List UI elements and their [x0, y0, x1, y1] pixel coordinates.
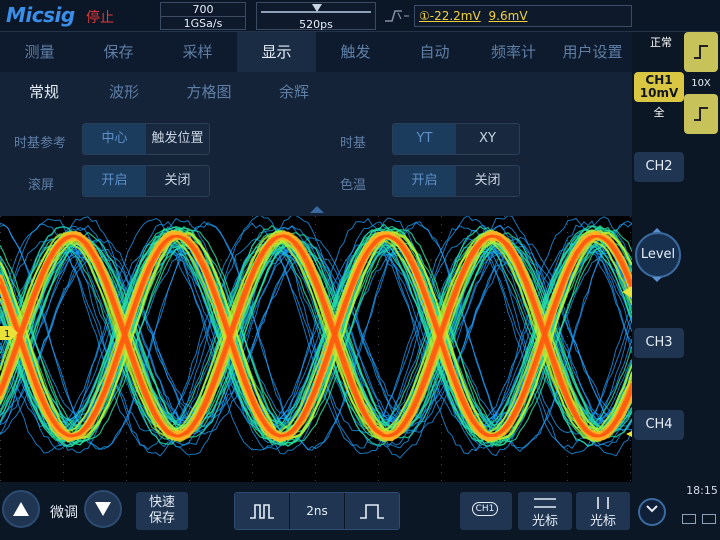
timebase-xy-option[interactable]: XY [456, 124, 519, 154]
trigger-slope-button[interactable] [684, 94, 718, 134]
timebase-label: 时基 [340, 136, 367, 151]
clock: 18:15 [686, 484, 718, 497]
status-bar: Micsig 停止 700 1GSa/s 520ps ①-22.2mV 9.6m… [0, 0, 720, 32]
timebase-ref-trigger-option[interactable]: 触发位置 [146, 124, 209, 154]
tab-display[interactable]: 显示 [237, 32, 316, 72]
timebase-yt-option[interactable]: YT [393, 124, 456, 154]
horizontal-cursor-label: 光标 [531, 514, 558, 529]
expand-panel-button[interactable] [638, 498, 666, 526]
tab-acquire[interactable]: 采样 [158, 32, 237, 72]
horizontal-position[interactable]: 520ps [256, 2, 376, 31]
subtab-persistence[interactable]: 余辉 [254, 72, 334, 112]
timebase-value: 2ns [290, 493, 345, 529]
scroll-toggle: 开启 关闭 [82, 165, 210, 197]
acquisition-info[interactable]: 700 1GSa/s [160, 2, 246, 30]
cursor-channel-label: CH1 [472, 502, 498, 516]
timebase-ref-center-option[interactable]: 中心 [83, 124, 146, 154]
horizontal-cursor-button[interactable]: 光标 [518, 492, 572, 530]
timebase-decrease-button[interactable] [235, 493, 290, 529]
tab-measure[interactable]: 测量 [0, 32, 79, 72]
ch1-scale: 10mV [639, 86, 679, 100]
trigger-edge-icon [385, 10, 409, 22]
collapse-menu-handle[interactable] [310, 206, 324, 213]
brand-logo: Micsig [6, 3, 75, 27]
timebase-ref-label: 时基参考 [14, 136, 67, 151]
level-knob[interactable]: Level [635, 232, 681, 278]
rising-edge-icon [694, 45, 708, 59]
ch1-marker-label: 1 [4, 329, 10, 340]
vertical-cursor-icon [597, 497, 609, 509]
ch3-button[interactable]: CH3 [634, 328, 684, 358]
wide-pulse-icon [360, 504, 384, 519]
display-sub-tabs: 常规 波形 方格图 余辉 [0, 72, 632, 112]
trigger-position-marker[interactable] [312, 4, 322, 12]
subtab-general[interactable]: 常规 [4, 72, 84, 112]
fine-up-button[interactable] [2, 490, 40, 528]
trigger-level-value-2: 9.6mV [488, 9, 528, 23]
quick-save-label-1: 快速 [148, 495, 175, 510]
scroll-label: 滚屏 [28, 178, 55, 193]
screen-icon [682, 514, 696, 524]
ch1-bandwidth-label: 全 [653, 106, 665, 119]
run-stop-status[interactable]: 停止 [86, 7, 114, 27]
level-down-arrow-icon [652, 277, 662, 282]
chevron-down-icon [646, 505, 658, 513]
main-menu-tabs: 测量 保存 采样 显示 触发 自动 频率计 用户设置 [0, 32, 632, 72]
trigger-level-marker-2[interactable] [620, 428, 632, 440]
time-offset-value: 520ps [299, 18, 333, 31]
quick-save-label-2: 保存 [148, 511, 175, 526]
color-temp-on-option[interactable]: 开启 [393, 166, 456, 196]
memory-depth: 700 [192, 3, 214, 16]
scroll-off-option[interactable]: 关闭 [146, 166, 209, 196]
trigger-level-display[interactable]: ①-22.2mV 9.6mV [414, 5, 632, 27]
timebase-increase-button[interactable] [345, 493, 399, 529]
cursor-channel-button[interactable]: CH1 [460, 492, 512, 530]
quick-save-button[interactable]: 快速 保存 [136, 492, 188, 530]
narrow-pulse-icon [250, 504, 274, 519]
triangle-down-icon [95, 502, 111, 516]
vertical-cursor-button[interactable]: 光标 [576, 492, 630, 530]
trigger-level-marker[interactable] [618, 286, 632, 298]
waveform-display[interactable] [0, 216, 632, 482]
horizontal-cursor-icon [534, 498, 556, 508]
timebase-ref-toggle: 中心 触发位置 [82, 123, 210, 155]
ch1-offset-marker[interactable]: 1 [0, 326, 18, 340]
persistence-waveform [0, 216, 632, 481]
subtab-waveform[interactable]: 波形 [84, 72, 164, 112]
bottom-toolbar: 微调 快速 保存 2ns CH1 光标 光标 [0, 482, 632, 540]
ch4-button[interactable]: CH4 [634, 410, 684, 440]
fine-down-button[interactable] [84, 490, 122, 528]
ch2-button[interactable]: CH2 [634, 152, 684, 182]
tab-frequency-counter[interactable]: 频率计 [474, 32, 553, 72]
tab-user-settings[interactable]: 用户设置 [553, 32, 632, 72]
trigger-mode-button[interactable] [684, 32, 718, 72]
fine-adjust-label: 微调 [50, 505, 78, 521]
display-settings-panel: 时基参考 中心 触发位置 时基 YT XY 滚屏 开启 关闭 色温 开启 关闭 [0, 112, 632, 216]
subtab-grid[interactable]: 方格图 [164, 72, 254, 112]
color-temp-off-option[interactable]: 关闭 [456, 166, 519, 196]
color-temp-toggle: 开启 关闭 [392, 165, 520, 197]
sample-rate: 1GSa/s [161, 16, 245, 30]
channel-panel: 正常 CH1 10mV 10X 全 CH2 Level CH3 CH4 18:1… [632, 32, 720, 540]
probe-ratio[interactable]: 10X [684, 76, 718, 92]
trigger-mode-label[interactable]: 正常 [638, 34, 684, 50]
vertical-cursor-label: 光标 [589, 514, 616, 529]
timebase-control: 2ns [234, 492, 400, 530]
trigger-level-value: ①-22.2mV [419, 9, 481, 23]
tab-save[interactable]: 保存 [79, 32, 158, 72]
tab-auto[interactable]: 自动 [395, 32, 474, 72]
color-temp-label: 色温 [340, 178, 367, 193]
falling-edge-icon [694, 107, 708, 121]
ch1-button[interactable]: CH1 10mV [634, 72, 684, 102]
tab-trigger[interactable]: 触发 [316, 32, 395, 72]
triangle-up-icon [13, 502, 29, 516]
storage-icon [702, 514, 716, 524]
timebase-mode-toggle: YT XY [392, 123, 520, 155]
scroll-on-option[interactable]: 开启 [83, 166, 146, 196]
